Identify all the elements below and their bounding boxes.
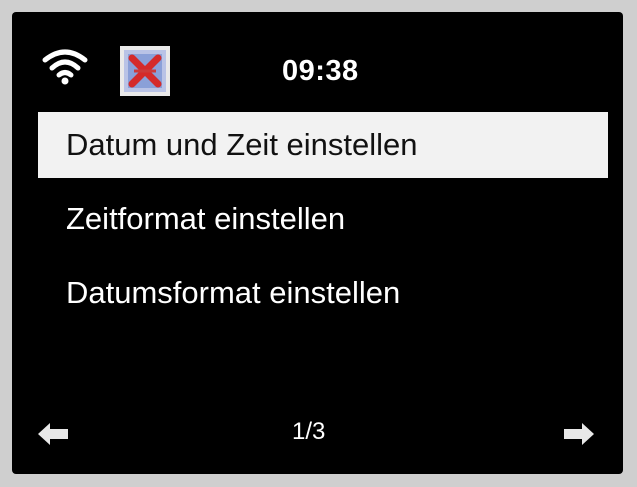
- footer-navigation: 1/3: [12, 404, 623, 464]
- arrow-left-icon[interactable]: [36, 420, 70, 448]
- status-bar: 09:38: [12, 12, 623, 110]
- wifi-icon: [42, 49, 88, 85]
- menu-item-zeitformat[interactable]: Zeitformat einstellen: [38, 186, 608, 252]
- clock-time: 09:38: [282, 55, 359, 87]
- station-image-icon: [120, 46, 170, 96]
- device-bezel: 09:38 Datum und Zeit einstellen Zeitform…: [0, 0, 637, 487]
- arrow-right-icon[interactable]: [562, 420, 596, 448]
- page-indicator: 1/3: [292, 418, 326, 445]
- menu-item-datumsformat[interactable]: Datumsformat einstellen: [38, 260, 608, 326]
- menu-item-datum-und-zeit[interactable]: Datum und Zeit einstellen: [38, 112, 608, 178]
- device-screen: 09:38 Datum und Zeit einstellen Zeitform…: [12, 12, 623, 474]
